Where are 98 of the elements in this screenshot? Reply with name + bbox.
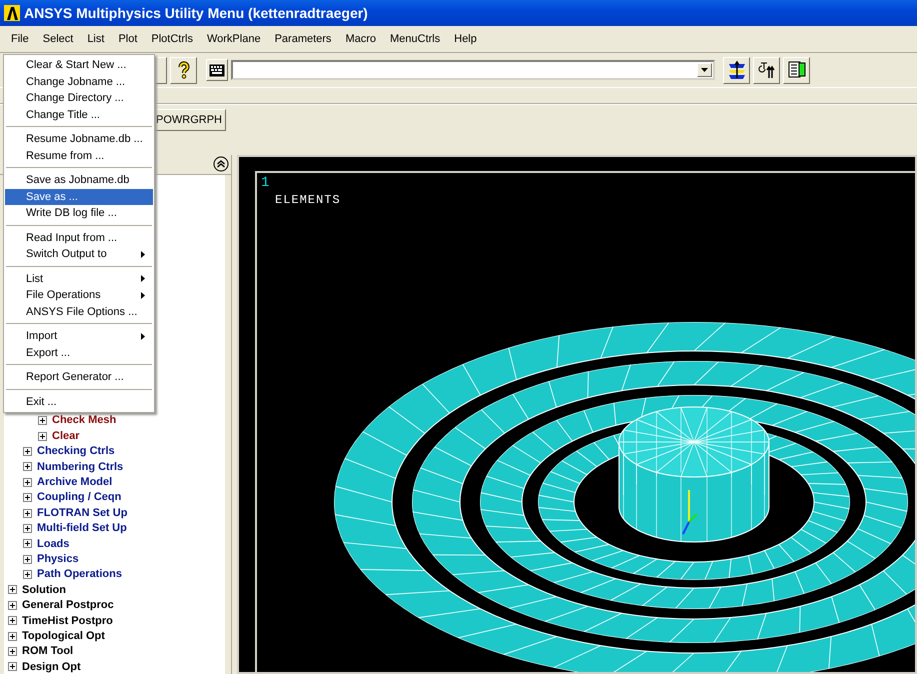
expand-box-icon[interactable] bbox=[8, 585, 17, 594]
expand-box-icon[interactable] bbox=[8, 632, 17, 641]
menu-item[interactable]: Resume Jobname.db ... bbox=[5, 131, 153, 148]
menu-item-label: Change Jobname ... bbox=[26, 74, 126, 90]
menu-item[interactable]: Clear & Start New ... bbox=[5, 57, 153, 74]
menu-item[interactable]: Write DB log file ... bbox=[5, 205, 153, 222]
menu-item[interactable]: Export ... bbox=[5, 344, 153, 361]
logo-icon bbox=[4, 5, 20, 21]
tree-item[interactable]: Loads bbox=[37, 536, 70, 552]
menu-item[interactable]: Change Directory ... bbox=[5, 90, 153, 106]
tree-item[interactable]: Archive Model bbox=[37, 474, 112, 491]
menu-item-label: Switch Output to bbox=[26, 247, 107, 262]
expand-box-icon[interactable] bbox=[23, 493, 32, 502]
menu-item-label: File Operations bbox=[26, 288, 101, 303]
keyboard-icon[interactable] bbox=[206, 59, 228, 81]
menu-item[interactable]: PlotCtrls bbox=[144, 26, 200, 52]
tree-item[interactable]: FLOTRAN Set Up bbox=[37, 504, 128, 522]
menu-item-label: Clear & Start New ... bbox=[26, 58, 126, 73]
expand-box-icon[interactable] bbox=[38, 416, 47, 426]
tree-item[interactable]: Coupling / Ceqn bbox=[37, 489, 122, 506]
command-input-field[interactable] bbox=[230, 60, 714, 80]
menu-item[interactable]: Parameters bbox=[268, 26, 338, 52]
expand-box-icon[interactable] bbox=[23, 570, 32, 580]
menu-item-label: Resume from ... bbox=[26, 148, 104, 164]
menu-item[interactable]: List bbox=[5, 270, 153, 287]
window-number: 1 bbox=[261, 174, 270, 193]
expand-box-icon[interactable] bbox=[23, 478, 32, 487]
tree-item[interactable]: General Postproc bbox=[22, 597, 114, 614]
tree-item[interactable]: Checking Ctrls bbox=[37, 443, 115, 460]
menu-item[interactable]: Report Generator ... bbox=[5, 369, 153, 386]
menu-item-label: ANSYS File Options ... bbox=[26, 304, 138, 320]
menu-item-label: Report Generator ... bbox=[26, 370, 124, 385]
expand-box-icon[interactable] bbox=[23, 446, 32, 456]
menu-item[interactable]: Save as Jobname.db bbox=[5, 172, 153, 188]
submenu-arrow-icon bbox=[141, 250, 145, 258]
question-mark-icon bbox=[176, 61, 190, 79]
menu-item-label: Export ... bbox=[26, 346, 70, 360]
tree-item[interactable]: Topological Opt bbox=[22, 628, 105, 644]
menu-item[interactable]: Save as ... bbox=[5, 188, 153, 205]
window-title: ANSYS Multiphysics Utility Menu (kettenradtraeger) bbox=[24, 4, 368, 23]
plot-label: ELEMENTS bbox=[275, 192, 341, 209]
axis-triad-icon bbox=[682, 490, 698, 534]
tree-item[interactable]: ROM Tool bbox=[22, 643, 74, 660]
expand-box-icon[interactable] bbox=[8, 616, 17, 626]
menu-item-label: Read Input from ... bbox=[26, 230, 118, 246]
submenu-arrow-icon bbox=[141, 292, 145, 299]
menu-item[interactable]: Read Input from ... bbox=[5, 230, 153, 246]
tree-item[interactable]: Check Mesh bbox=[52, 412, 116, 429]
menu-item-label: Exit ... bbox=[26, 394, 57, 410]
menu-item[interactable]: Exit ... bbox=[5, 394, 153, 410]
menu-item-label: List bbox=[26, 272, 44, 286]
menu-item-label: Resume Jobname.db ... bbox=[26, 132, 143, 147]
expand-box-icon[interactable] bbox=[38, 432, 47, 441]
collapse-icon[interactable] bbox=[213, 156, 229, 173]
expand-box-icon[interactable] bbox=[8, 662, 17, 672]
tree-item[interactable]: Physics bbox=[37, 550, 79, 568]
menu-item-label: Change Directory ... bbox=[26, 91, 124, 106]
expand-box-icon[interactable] bbox=[23, 524, 32, 533]
submenu-arrow-icon bbox=[141, 332, 145, 340]
menu-item[interactable]: ANSYS File Options ... bbox=[5, 304, 153, 320]
document-panel-icon[interactable] bbox=[783, 56, 810, 84]
menu-item[interactable]: File Operations bbox=[5, 287, 153, 304]
menu-item-label: Change Title ... bbox=[26, 108, 100, 122]
expand-box-icon[interactable] bbox=[23, 462, 32, 472]
menu-item-label: Save as ... bbox=[26, 190, 78, 204]
menu-item[interactable]: Help bbox=[447, 26, 484, 52]
tree-item[interactable]: Path Operations bbox=[37, 566, 122, 583]
menu-item[interactable]: List bbox=[80, 26, 112, 52]
menu-item[interactable]: Switch Output to bbox=[5, 246, 153, 262]
expand-box-icon[interactable] bbox=[8, 647, 17, 656]
menu-item[interactable]: MenuCtrls bbox=[383, 26, 448, 52]
tree-item[interactable]: Solution bbox=[22, 582, 66, 598]
layers-icon[interactable] bbox=[723, 56, 750, 84]
arrows-icon[interactable] bbox=[753, 56, 780, 84]
tree-item[interactable]: Numbering Ctrls bbox=[37, 458, 124, 476]
expand-box-icon[interactable] bbox=[8, 600, 17, 610]
menu-item[interactable]: Plot bbox=[111, 26, 144, 52]
tree-item[interactable]: Clear bbox=[52, 428, 80, 444]
menu-item[interactable]: Select bbox=[36, 26, 80, 52]
tree-item[interactable]: Design Opt bbox=[22, 658, 81, 674]
menu-item[interactable]: Resume from ... bbox=[5, 148, 153, 164]
expand-box-icon[interactable] bbox=[23, 508, 32, 518]
menu-item-label: Import bbox=[26, 329, 58, 344]
menu-item[interactable]: Import bbox=[5, 328, 153, 344]
menu-item[interactable]: Change Title ... bbox=[5, 106, 153, 123]
menu-item[interactable]: Macro bbox=[338, 26, 383, 52]
menu-item-label: Write DB log file ... bbox=[26, 206, 117, 221]
expand-box-icon[interactable] bbox=[23, 539, 32, 548]
menu-item[interactable]: File bbox=[4, 26, 36, 52]
menu-item[interactable]: WorkPlane bbox=[200, 26, 268, 52]
tree-item[interactable]: TimeHist Postpro bbox=[22, 612, 113, 630]
help-button[interactable] bbox=[170, 56, 197, 84]
expand-box-icon[interactable] bbox=[23, 554, 32, 564]
toolbar-button[interactable]: POWRGRPH bbox=[152, 109, 226, 131]
submenu-arrow-icon bbox=[141, 275, 145, 282]
tree-item[interactable]: Multi-field Set Up bbox=[37, 520, 127, 537]
menu-item-label: Save as Jobname.db bbox=[26, 173, 130, 188]
menu-item[interactable]: Change Jobname ... bbox=[5, 74, 153, 90]
